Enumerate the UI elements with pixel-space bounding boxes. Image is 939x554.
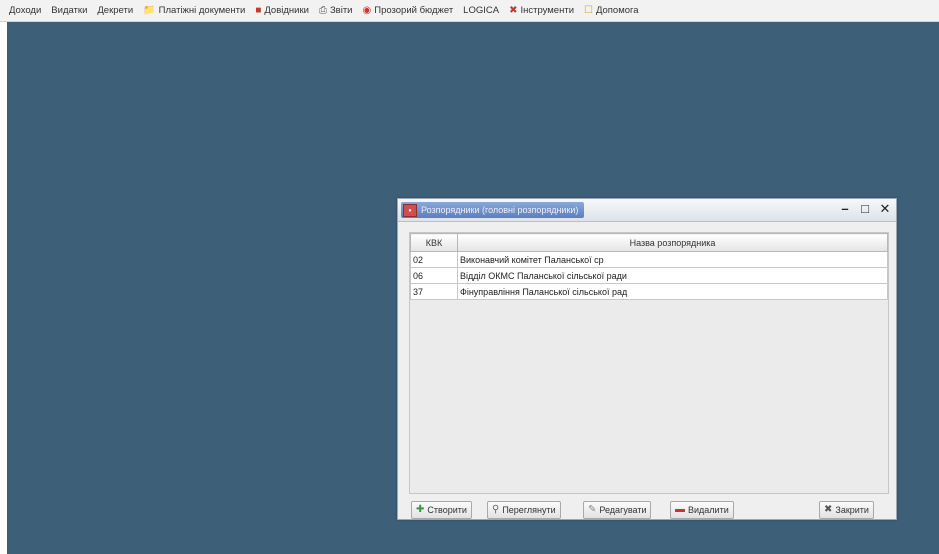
menu-dokhody[interactable]: Доходи [4,2,46,20]
close-button[interactable]: ✖ Закрити [819,501,874,519]
menu-vydatky[interactable]: Видатки [46,2,92,20]
app-icon: • [403,203,417,217]
column-header-kvk[interactable]: КВК [410,233,458,252]
column-header-name[interactable]: Назва розпорядника [457,233,888,252]
menu-instrumenty[interactable]: ✖ Інструменти [504,2,579,20]
view-button-label: Переглянути [502,505,556,515]
folder-icon: 📁 [143,4,156,16]
create-button-label: Створити [427,505,467,515]
table-row[interactable]: 02 Виконавчий комітет Паланської ср [410,251,888,268]
delete-button[interactable]: ▬ Видалити [670,501,734,519]
rozporiadnyky-table-container: КВК Назва розпорядника 02 Виконавчий ком… [409,232,889,494]
menu-dovidnyky[interactable]: ■ Довідники [250,2,314,20]
rozporiadnyky-table: КВК Назва розпорядника 02 Виконавчий ком… [410,233,888,300]
menu-label: LOGICA [463,5,500,16]
book-icon: ■ [255,4,262,16]
pencil-icon: ✎ [588,504,597,515]
menu-bar: Доходи Видатки Декрети 📁 Платіжні докумен… [0,0,939,22]
rozporiadnyky-window: • Розпорядники (головні розпорядники) – … [397,198,897,520]
edit-button-label: Редагувати [599,505,647,515]
window-button-bar: ✚ Створити ⚲ Переглянути ✎ Редагувати ▬ … [409,501,887,521]
cell-name: Фінуправління Паланської сільської рад [457,283,888,300]
window-controls: – □ ✕ [838,201,892,217]
menu-label: Довідники [264,5,309,16]
cell-code: 02 [410,251,458,268]
edit-button[interactable]: ✎ Редагувати [583,501,652,519]
plus-icon: ✚ [416,504,425,515]
printer-icon: ⎙ [318,4,327,16]
menu-dopomoha[interactable]: ☐ Допомога [579,2,644,20]
cell-name: Виконавчий комітет Паланської ср [457,251,888,268]
table-row[interactable]: 06 Відділ ОКМС Паланської сільської ради [410,267,888,284]
table-header-row: КВК Назва розпорядника [410,233,888,252]
cell-code: 06 [410,267,458,284]
menu-label: Прозорий бюджет [374,5,454,16]
menu-label: Видатки [51,5,88,16]
minimize-button[interactable]: – [838,201,852,217]
window-title: Розпорядники (головні розпорядники) [421,205,579,215]
close-window-button[interactable]: ✕ [878,201,892,217]
maximize-button[interactable]: □ [858,201,872,217]
close-x-icon: ✖ [824,504,833,515]
globe-icon: ◉ [362,4,372,16]
menu-dekrety[interactable]: Декрети [92,2,138,20]
menu-platizhni-dokumenty[interactable]: 📁 Платіжні документи [138,2,250,20]
cell-code: 37 [410,283,458,300]
view-button[interactable]: ⚲ Переглянути [487,501,561,519]
menu-label: Декрети [97,5,134,16]
delete-button-label: Видалити [688,505,729,515]
create-button[interactable]: ✚ Створити [411,501,472,519]
close-button-label: Закрити [835,505,869,515]
tools-icon: ✖ [509,4,518,16]
magnifier-icon: ⚲ [492,504,500,515]
help-icon: ☐ [584,4,593,16]
minus-icon: ▬ [675,504,685,515]
cell-name: Відділ ОКМС Паланської сільської ради [457,267,888,284]
menu-logica[interactable]: LOGICA [458,2,504,20]
menu-prozoryi-biudzhet[interactable]: ◉ Прозорий бюджет [358,2,459,20]
menu-label: Доходи [9,5,42,16]
window-title-tab: • Розпорядники (головні розпорядники) [401,202,585,218]
menu-label: Інструменти [520,5,574,16]
menu-label: Платіжні документи [158,5,246,16]
window-titlebar[interactable]: • Розпорядники (головні розпорядники) – … [398,199,896,222]
menu-zvity[interactable]: ⎙ Звіти [314,2,358,20]
menu-label: Допомога [595,5,639,16]
menu-label: Звіти [329,5,353,16]
table-row[interactable]: 37 Фінуправління Паланської сільської ра… [410,283,888,300]
